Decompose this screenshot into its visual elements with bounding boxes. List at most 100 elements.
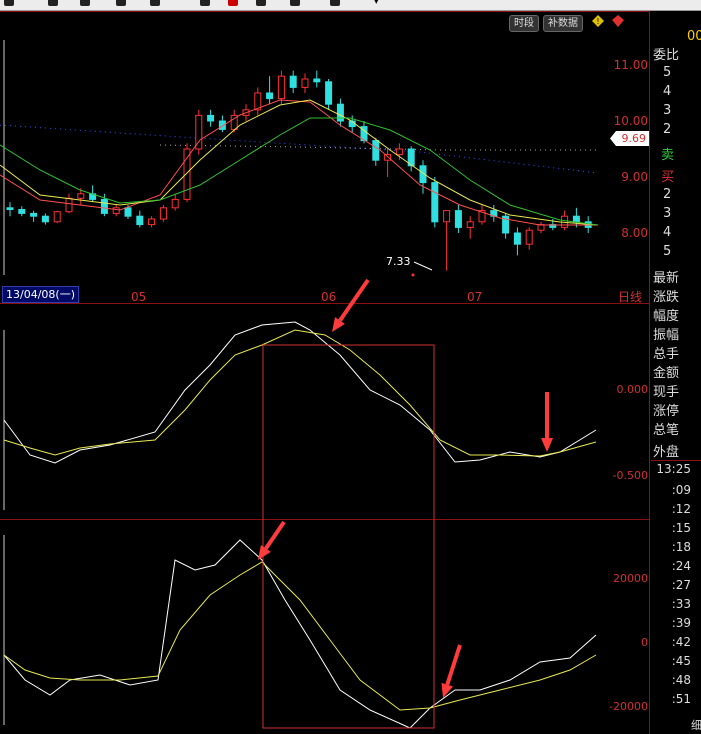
month-label: 05 [131,290,147,304]
sell-level: 4 [663,84,672,99]
buy-level: 3 [663,206,672,221]
candle-body [289,75,297,88]
indicator-axis-label: -20000 [609,700,648,713]
sell-label: 卖 [661,148,675,163]
panel-divider [651,460,701,461]
candle-body [277,75,285,100]
tick-time: :18 [671,540,691,554]
candle-body [136,215,144,226]
field-label: 涨停 [653,404,680,419]
tick-time: :48 [671,673,691,687]
tick-time: :15 [671,521,691,535]
weibi-label: 委比 [653,48,680,63]
indicator2-line-a [3,539,597,729]
indicator1-line-b [3,329,597,457]
price-axis-label: 8.00 [621,226,648,240]
candle-body [513,232,521,245]
indicator-axis-label: 20000 [613,572,648,585]
candle-body [41,215,49,223]
candle-body [325,81,333,105]
indicator-axis-label: 0.000 [616,383,649,396]
candle-body [65,197,73,213]
candle-body [207,114,215,122]
candle-body [266,92,274,100]
buy-level: 4 [663,225,672,240]
candle-body [18,208,26,214]
field-label: 金额 [653,366,680,381]
candle-body [112,207,120,214]
candle-body [372,140,380,161]
svg-text:!: ! [596,17,599,26]
gem-icon[interactable] [612,15,624,27]
min-price-pointer [413,261,433,271]
candle-body [124,207,132,217]
price-axis-label: 10.00 [613,114,648,128]
field-label: 外盘 [653,445,680,460]
indicator-axis-label: -0.500 [612,469,648,482]
candle-body [171,198,179,209]
timeshare-button[interactable]: 时段 [509,15,539,32]
tick-time: :09 [671,483,691,497]
month-label: 07 [467,290,483,304]
detail-tab[interactable]: 细 [691,717,701,733]
buy-label: 买 [661,170,675,185]
candle-body [443,210,451,223]
indicator1-line-a [3,321,597,464]
stock-code[interactable]: 00 [687,29,701,44]
candle-body [159,207,167,220]
tick-time: :27 [671,578,691,592]
chart-canvas[interactable] [0,0,650,734]
tick-time: :42 [671,635,691,649]
month-label: 06 [321,290,337,304]
field-label: 总笔 [653,423,680,438]
tick-time: :33 [671,597,691,611]
annotation-arrow [332,278,370,332]
candle-body [454,210,462,228]
annotation-arrow [541,392,553,452]
field-label: 幅度 [653,309,680,324]
field-label: 最新 [653,271,680,286]
candle-body [313,78,321,83]
field-label: 总手 [653,347,680,362]
highlight-box [262,344,435,729]
candle-body [525,229,533,245]
candle-body [6,207,14,210]
min-price-label: 7.33 [386,255,411,268]
current-price-tag: 9.69 [610,131,649,146]
price-axis-label: 9.00 [621,170,648,184]
quote-side-panel: 00 委比 5 4 3 2 卖 买 2 3 4 5 最新 涨跌 幅度 振幅 总手… [651,11,701,734]
ma-fast-line [0,99,598,226]
field-label: 涨跌 [653,290,680,305]
candle-body [301,78,309,88]
candle-body [431,182,439,223]
reference-dotted-line [0,124,599,174]
price-axis-label: 11.00 [613,58,648,72]
min-price-dot [411,273,415,277]
candle-body [148,218,156,226]
candle-body [30,212,38,217]
field-label: 振幅 [653,328,680,343]
tick-time: :45 [671,654,691,668]
annotation-arrow [258,520,286,560]
supplement-data-button[interactable]: 补数据 [543,15,583,32]
tick-time: 13:25 [656,462,691,476]
buy-level: 5 [663,244,672,259]
period-label[interactable]: 日线 [618,288,642,305]
sell-level: 3 [663,103,672,118]
ma-slow-line [0,117,599,226]
candle-body [183,148,191,200]
buy-level: 2 [663,187,672,202]
candle-body [395,148,403,156]
cursor-date-box: 13/04/08(一) [2,286,79,303]
indicator-axis-label: 0 [641,636,648,649]
sell-level: 5 [663,65,672,80]
indicator2-line-b [3,561,597,711]
tick-time: :12 [671,502,691,516]
candle-body [77,193,85,199]
field-label: 现手 [653,385,680,400]
warning-icon[interactable]: ! [592,15,604,27]
sell-level: 2 [663,122,672,137]
candle-body [100,198,108,214]
candle-body [53,211,61,223]
candle-body [572,215,580,223]
